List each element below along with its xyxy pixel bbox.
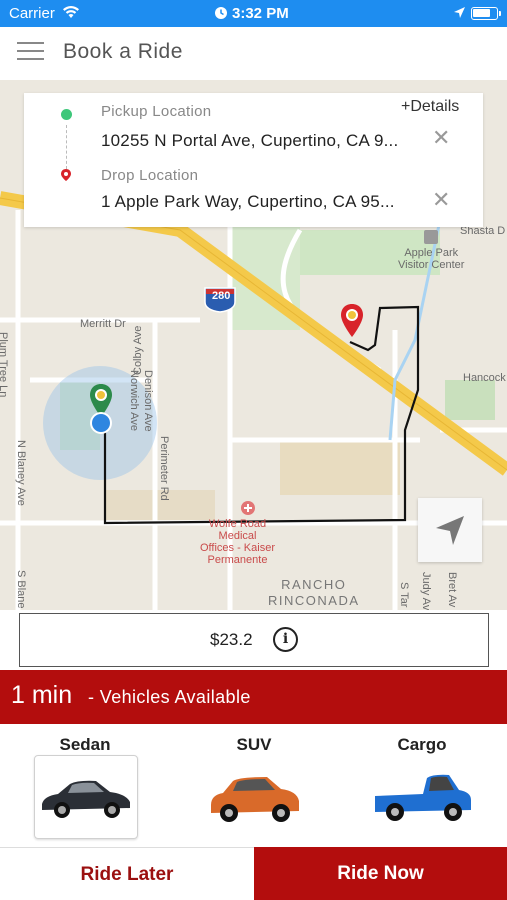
vehicle-name: SUV xyxy=(236,735,272,754)
suv-car-icon xyxy=(203,755,307,839)
map-label-norwich: Norwich Ave xyxy=(128,370,140,431)
map-label-perimeter: Perimeter Rd xyxy=(158,436,170,501)
map-label-apple-park: Apple Park Visitor Center xyxy=(398,247,465,271)
vehicles-available-label: - Vehicles Available xyxy=(88,687,251,707)
ride-now-button[interactable]: Ride Now xyxy=(254,847,507,900)
vehicle-name: Cargo xyxy=(397,735,447,754)
map-label-bret: Bret Av xyxy=(446,572,458,608)
page-title: Book a Ride xyxy=(63,40,183,63)
clear-drop-button[interactable]: ✕ xyxy=(432,189,450,211)
ride-later-button[interactable]: Ride Later xyxy=(0,847,254,900)
status-bar: Carrier 3:32 PM xyxy=(0,0,507,27)
map-label-s-tantau: S Tar xyxy=(398,582,410,608)
drop-marker-icon[interactable] xyxy=(339,303,365,339)
carrier-label: Carrier xyxy=(9,5,55,22)
map-label-hancock: Hancock xyxy=(463,372,506,384)
vehicle-name: Sedan xyxy=(59,735,111,754)
map-label-denison: Denison Ave xyxy=(142,370,154,432)
map-label-medical-offices: Wolfe Road Medical Offices - Kaiser Perm… xyxy=(200,518,275,566)
pickup-label: Pickup Location xyxy=(101,103,212,120)
map-label-highway: 280 xyxy=(212,290,231,302)
info-icon[interactable]: i xyxy=(273,627,298,652)
details-link[interactable]: +Details xyxy=(401,98,459,116)
app-header: Book a Ride xyxy=(0,27,507,80)
sedan-car-icon xyxy=(34,755,138,839)
fare-amount: $23.2 xyxy=(210,630,253,649)
cargo-truck-icon xyxy=(371,755,475,839)
map-label-blaney: N Blaney Ave xyxy=(15,440,27,506)
location-arrow-icon xyxy=(454,7,465,18)
hamburger-menu-icon[interactable] xyxy=(17,42,44,64)
fare-estimate[interactable]: $23.2 i xyxy=(19,613,489,667)
alarm-icon xyxy=(215,7,227,19)
drop-location-field[interactable]: 1 Apple Park Way, Cupertino, CA 95... xyxy=(101,192,395,212)
drop-pin-icon xyxy=(61,169,71,181)
map-label-plum-tree: Plum Tree Ln xyxy=(0,332,9,398)
map-label-judy: Judy Av xyxy=(420,572,432,610)
clock-time: 3:32 PM xyxy=(232,5,289,22)
pickup-location-field[interactable]: 10255 N Portal Ave, Cupertino, CA 9... xyxy=(101,131,398,151)
pickup-dot-icon xyxy=(61,109,72,120)
map-label-rancho: RANCHO RINCONADA xyxy=(268,577,360,608)
navigation-arrow-icon xyxy=(436,516,464,545)
current-location-dot-icon xyxy=(90,412,112,434)
map-label-colby: Colby Ave xyxy=(132,325,144,375)
clear-pickup-button[interactable]: ✕ xyxy=(432,127,450,149)
wifi-icon xyxy=(63,6,79,18)
eta-time: 1 min xyxy=(11,681,73,709)
vehicle-option-cargo[interactable]: Cargo xyxy=(357,733,487,843)
vehicle-option-suv[interactable]: SUV xyxy=(189,733,319,843)
vehicle-option-sedan[interactable]: Sedan xyxy=(20,733,150,843)
map-label-s-blaney: S Blane xyxy=(15,570,27,609)
eta-bar: 1 min - Vehicles Available xyxy=(0,670,507,724)
recenter-button[interactable] xyxy=(418,498,482,562)
drop-label: Drop Location xyxy=(101,167,199,184)
map-label-merritt: Merritt Dr xyxy=(80,318,126,330)
battery-icon xyxy=(471,7,501,20)
location-card: +Details Pickup Location 10255 N Portal … xyxy=(24,93,483,227)
route-connector xyxy=(66,125,67,169)
